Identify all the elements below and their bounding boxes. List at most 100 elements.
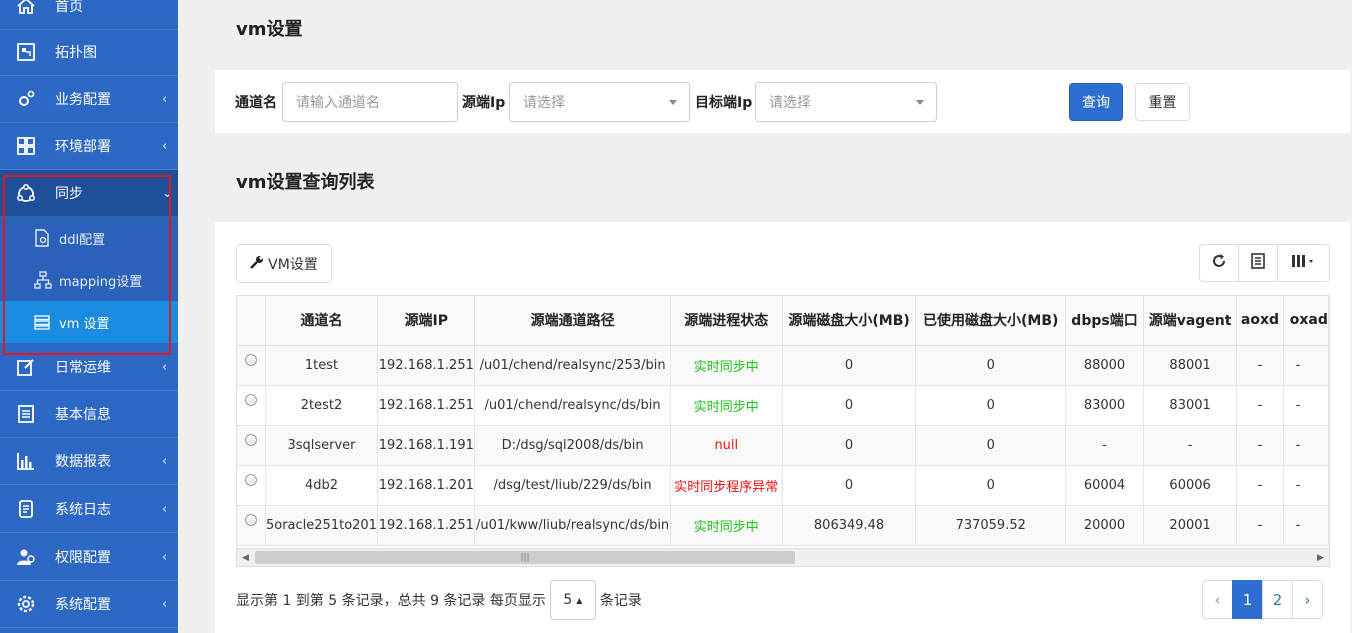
sidebar-item-home[interactable]: 首页 (0, 0, 178, 30)
home-icon (15, 0, 37, 17)
sidebar-item-label: 拓扑图 (55, 45, 97, 61)
cell-oxad: - (1283, 425, 1329, 466)
sidebar-subitem-mapping[interactable]: mapping设置 (0, 259, 178, 301)
cell-oxad: - (1283, 465, 1329, 506)
column-header[interactable]: aoxd (1236, 296, 1284, 346)
cell-oxad: - (1283, 345, 1329, 386)
sidebar-item-env-deploy[interactable]: 环境部署 ‹ (0, 123, 178, 170)
cell-dbps-port: 20000 (1065, 505, 1144, 546)
cell-dbps-port: 60004 (1065, 465, 1144, 506)
cell-process-status: 实时同步程序异常 (670, 465, 783, 506)
cell-channel-name: 5oracle251to201 (265, 505, 379, 546)
settings-icon (15, 593, 37, 615)
row-select-cell (237, 425, 266, 466)
cell-source-path: D:/dsg/sql2008/ds/bin (474, 425, 671, 466)
table-row[interactable]: 5oracle251to201 192.168.1.251 /u01/kww/l… (237, 505, 1329, 546)
cell-source-ip: 192.168.1.191 (377, 425, 476, 466)
scroll-right-icon[interactable]: ▶ (1312, 549, 1329, 566)
sidebar-item-system-config[interactable]: 系统配置 ‹ (0, 581, 178, 628)
horizontal-scrollbar[interactable]: ◀ ||| ▶ (237, 548, 1329, 566)
cell-aoxd: - (1236, 465, 1284, 506)
table-row[interactable]: 3sqlserver 192.168.1.191 D:/dsg/sql2008/… (237, 425, 1329, 466)
document-icon (15, 403, 37, 425)
column-header[interactable]: 源端磁盘大小(MB) (782, 296, 917, 346)
columns-icon (1291, 253, 1317, 273)
list-icon (1251, 253, 1265, 273)
sidebar-item-label: 基本信息 (55, 407, 111, 423)
source-ip-select[interactable]: 请选择 (509, 82, 690, 122)
caret-up-icon: ▲ (576, 595, 583, 605)
sidebar-item-basic-info[interactable]: 基本信息 (0, 391, 178, 438)
column-header[interactable]: 已使用磁盘大小(MB) (915, 296, 1066, 346)
cell-disk-size: 806349.48 (782, 505, 917, 546)
pagination-prev[interactable]: ‹ (1202, 580, 1233, 619)
column-header[interactable]: 源端进程状态 (670, 296, 783, 346)
sidebar-subitem-ddl-config[interactable]: ddl配置 (0, 217, 178, 259)
sidebar-subitem-label: ddl配置 (59, 232, 106, 248)
pagination-summary-suffix: 条记录 (599, 593, 642, 609)
cell-source-ip: 192.168.1.251 (377, 385, 476, 426)
bar-chart-icon (15, 450, 37, 472)
scroll-left-icon[interactable]: ◀ (237, 549, 254, 566)
row-radio[interactable] (244, 434, 257, 446)
cell-source-path: /dsg/test/liub/229/ds/bin (474, 465, 671, 506)
sidebar-subitem-label: vm 设置 (59, 316, 110, 332)
cell-dbps-port: 88000 (1065, 345, 1144, 386)
chevron-left-icon: ‹ (162, 549, 168, 565)
sidebar-item-permissions[interactable]: 权限配置 ‹ (0, 534, 178, 581)
vm-settings-label: VM设置 (268, 256, 318, 273)
toggle-view-button[interactable] (1238, 244, 1278, 282)
column-header[interactable]: dbps端口 (1065, 296, 1144, 346)
cell-source-ip: 192.168.1.251 (377, 505, 476, 546)
sidebar-item-label: 权限配置 (55, 550, 111, 566)
query-button[interactable]: 查询 (1069, 83, 1123, 121)
cell-vagent: 83001 (1143, 385, 1238, 426)
pagination-page-2[interactable]: 2 (1262, 580, 1293, 619)
cell-aoxd: - (1236, 425, 1284, 466)
table-row[interactable]: 4db2 192.168.1.201 /dsg/test/liub/229/ds… (237, 465, 1329, 506)
sidebar-item-reports[interactable]: 数据报表 ‹ (0, 438, 178, 485)
cell-process-status: null (670, 425, 783, 466)
row-radio[interactable] (244, 514, 257, 526)
server-icon (34, 313, 52, 331)
sidebar-item-label: 数据报表 (55, 454, 111, 470)
sidebar-item-label: 同步 (55, 186, 83, 202)
gears-icon (15, 88, 37, 110)
target-ip-select[interactable]: 请选择 (755, 82, 937, 122)
caret-down-icon (916, 100, 924, 105)
column-header[interactable]: 源端vagent (1143, 296, 1238, 346)
columns-button[interactable] (1277, 244, 1330, 282)
refresh-button[interactable] (1199, 244, 1239, 282)
pagination-page-1[interactable]: 1 (1232, 580, 1263, 619)
column-header[interactable]: 通道名 (265, 296, 379, 346)
channel-label: 通道名 (235, 95, 277, 111)
row-radio[interactable] (244, 354, 257, 366)
sidebar-item-business-config[interactable]: 业务配置 ‹ (0, 76, 178, 123)
scrollbar-thumb[interactable]: ||| (255, 551, 795, 564)
vm-settings-button[interactable]: VM设置 (236, 244, 332, 283)
table-row[interactable]: 1test 192.168.1.251 /u01/chend/realsync/… (237, 345, 1329, 386)
row-radio[interactable] (244, 474, 257, 486)
column-header[interactable]: 源端IP (377, 296, 476, 346)
row-radio[interactable] (244, 394, 257, 406)
channel-name-input[interactable]: 请输入通道名 (282, 82, 458, 122)
pagination-next[interactable]: › (1292, 580, 1323, 619)
sidebar-item-daily-ops[interactable]: 日常运维 ‹ (0, 344, 178, 391)
page-size-dropdown[interactable]: 5 ▲ (549, 580, 596, 620)
cell-used-disk: 0 (915, 465, 1066, 506)
sidebar-subitem-vm-settings[interactable]: vm 设置 (0, 301, 178, 343)
cell-disk-size: 0 (782, 345, 917, 386)
chevron-left-icon: ‹ (162, 596, 168, 612)
row-select-cell (237, 385, 266, 426)
sidebar-item-label: 业务配置 (55, 92, 111, 108)
sidebar-item-system-log[interactable]: 系统日志 ‹ (0, 486, 178, 533)
sidebar-item-topology[interactable]: 拓扑图 (0, 29, 178, 76)
filter-panel: 通道名 请输入通道名 源端Ip 请选择 目标端Ip 请选择 查询 重置 (215, 70, 1350, 133)
column-header[interactable]: 源端通道路径 (474, 296, 671, 346)
cell-source-path: /u01/chend/realsync/253/bin (474, 345, 671, 386)
column-header[interactable]: oxad (1283, 296, 1329, 346)
sidebar-item-sync[interactable]: 同步 ⌄ (0, 170, 178, 217)
table-row[interactable]: 2test2 192.168.1.251 /u01/chend/realsync… (237, 385, 1329, 426)
reset-button[interactable]: 重置 (1135, 83, 1190, 121)
cell-channel-name: 1test (265, 345, 379, 386)
